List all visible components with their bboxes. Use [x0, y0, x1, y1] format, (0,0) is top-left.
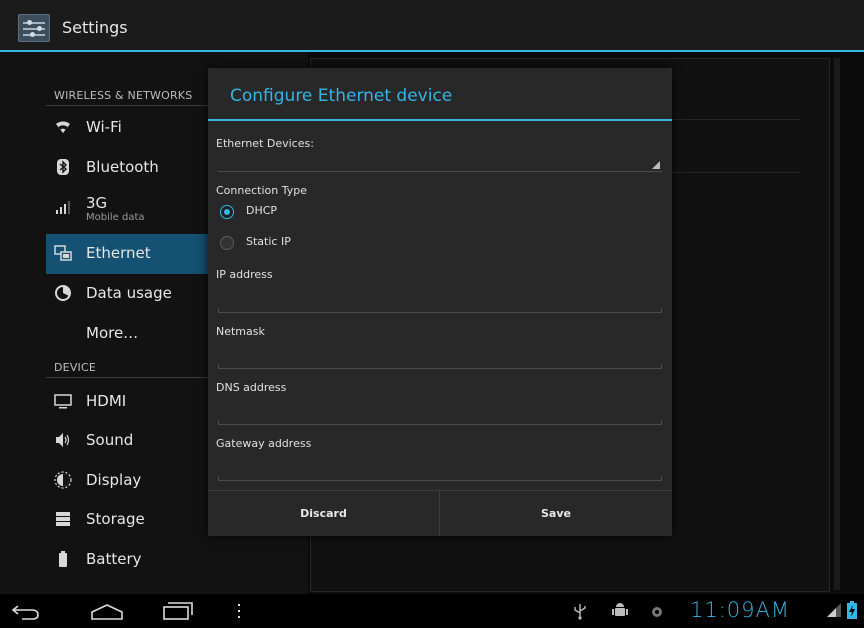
radio-button-unchecked[interactable]: [220, 236, 234, 250]
ip-address-input[interactable]: [218, 290, 662, 313]
section-header-device: DEVICE: [54, 361, 97, 374]
display-brightness-icon: [54, 471, 72, 489]
dropdown-arrow-icon: [652, 161, 660, 169]
sidebar-item-label: Bluetooth: [86, 158, 159, 176]
app-title: Settings: [62, 18, 128, 37]
gateway-address-label: Gateway address: [216, 437, 312, 450]
storage-icon: [54, 510, 72, 528]
title-divider: [208, 119, 672, 121]
section-header-wireless: WIRELESS & NETWORKS: [54, 89, 193, 102]
radio-button-checked[interactable]: [220, 205, 234, 219]
menu-icon[interactable]: [236, 603, 242, 623]
sidebar-item-label: More…: [86, 324, 139, 342]
sidebar-item-label: Wi-Fi: [86, 118, 122, 136]
sidebar-item-label: Battery: [86, 550, 142, 568]
netmask-field[interactable]: [218, 346, 662, 369]
sync-icon: [650, 604, 664, 623]
sidebar-item-label: Ethernet: [86, 244, 151, 262]
sidebar-item-label: Storage: [86, 510, 145, 528]
wifi-icon: [54, 118, 72, 136]
settings-icon[interactable]: [18, 14, 50, 42]
spinner-underline: [218, 171, 662, 172]
recent-apps-icon[interactable]: [160, 601, 194, 625]
sidebar-item-label: Sound: [86, 431, 134, 449]
radio-label: Static IP: [246, 235, 291, 248]
action-bar: Settings: [0, 0, 864, 52]
gateway-address-input[interactable]: [218, 458, 662, 481]
sidebar-item-label: HDMI: [86, 392, 127, 410]
ip-address-label: IP address: [216, 268, 273, 281]
system-bar: 11:09AM: [0, 594, 864, 628]
battery-icon: [54, 550, 72, 568]
signal-strength-icon: [826, 602, 842, 622]
signal-icon: [54, 198, 72, 216]
dialog-button-bar: Discard Save: [208, 490, 672, 536]
clock: 11:09AM: [690, 598, 791, 622]
usb-icon: [572, 602, 588, 624]
ethernet-icon: [54, 244, 72, 262]
dns-address-label: DNS address: [216, 381, 287, 394]
discard-button[interactable]: Discard: [208, 491, 440, 536]
sidebar-item-label: 3G: [86, 194, 108, 212]
netmask-label: Netmask: [216, 325, 265, 338]
configure-ethernet-dialog: Configure Ethernet device Ethernet Devic…: [208, 68, 672, 536]
sidebar-item-sublabel: Mobile data: [86, 212, 145, 223]
ip-address-field[interactable]: [218, 290, 662, 313]
radio-static-ip[interactable]: Static IP: [220, 233, 420, 255]
connection-type-label: Connection Type: [216, 184, 308, 197]
dns-address-field[interactable]: [218, 402, 662, 425]
android-debug-icon: [612, 602, 628, 624]
back-icon[interactable]: [10, 602, 44, 626]
dialog-title: Configure Ethernet device: [230, 86, 453, 106]
scrollbar[interactable]: [834, 58, 840, 590]
battery-charging-icon: [846, 601, 858, 623]
ethernet-devices-spinner[interactable]: [218, 152, 662, 172]
netmask-input[interactable]: [218, 346, 662, 369]
bluetooth-icon: [54, 158, 72, 176]
sidebar-item-label: Display: [86, 471, 142, 489]
data-usage-icon: [54, 284, 72, 302]
radio-dhcp[interactable]: DHCP: [220, 202, 420, 224]
home-icon[interactable]: [90, 602, 124, 626]
gateway-address-field[interactable]: [218, 458, 662, 481]
dns-address-input[interactable]: [218, 402, 662, 425]
radio-label: DHCP: [246, 204, 278, 217]
speaker-icon: [54, 431, 72, 449]
sidebar-item-battery[interactable]: Battery: [46, 540, 308, 580]
ethernet-devices-label: Ethernet Devices:: [216, 137, 314, 150]
save-button[interactable]: Save: [440, 491, 672, 536]
sidebar-item-label: Data usage: [86, 284, 172, 302]
monitor-icon: [54, 392, 72, 410]
